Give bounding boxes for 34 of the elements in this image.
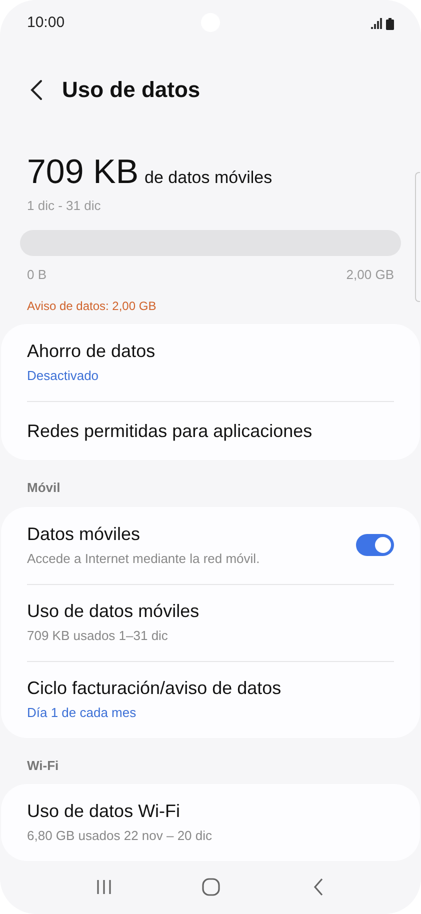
battery-icon [386,18,394,30]
back-icon [312,878,324,896]
data-warning: Aviso de datos: 2,00 GB [26,298,158,315]
row-title: Redes permitidas para aplicaciones [27,420,312,443]
row-title: Ahorro de datos [27,340,156,364]
usage-period: 1 dic - 31 dic [27,197,102,215]
row-title: Datos móviles [27,522,142,546]
row-title: Uso de datos móviles [27,600,200,624]
row-title: Uso de datos Wi-Fi [27,800,182,824]
settings-row[interactable]: Ahorro de datos Desactivado [27,324,394,401]
settings-row[interactable]: Redes permitidas para aplicaciones [27,401,394,460]
recent-apps-icon [94,879,112,895]
row-description: 6,80 GB usados 22 nov – 20 dic [27,827,212,846]
section-heading: Wi-Fi [26,756,60,774]
scale-max-label: 2,00 GB [346,266,394,284]
row-value: Desactivado [27,367,100,386]
row-description: Accede a Internet mediante la red móvil. [27,550,260,568]
usage-caption: de datos móviles [144,167,272,189]
row-value: Día 1 de cada mes [27,704,138,722]
status-time: 10:00 [27,13,65,34]
row-description: 709 KB usados 1–31 dic [27,627,169,646]
home-icon [202,878,220,896]
toggle-switch[interactable] [356,534,394,556]
back-icon [29,78,43,100]
scale-min-label: 0 B [27,266,47,284]
usage-amount: 709 KB [27,152,139,193]
page-title: Uso de datos [62,76,200,104]
section-heading: Móvil [26,479,62,497]
row-title: Ciclo facturación/aviso de datos [27,677,282,700]
settings-row[interactable]: Uso de datos Wi-Fi 6,80 GB usados 22 nov – 20 dic [27,784,394,861]
settings-row[interactable]: Uso de datos móviles 709 KB usados 1–31 dic [27,584,394,660]
settings-row[interactable]: Datos móviles Accede a Internet mediante la red móvil. [27,506,394,584]
settings-row[interactable]: Ciclo facturación/aviso de datos Día 1 de cada mes [27,660,394,738]
signal-icon [371,18,383,29]
